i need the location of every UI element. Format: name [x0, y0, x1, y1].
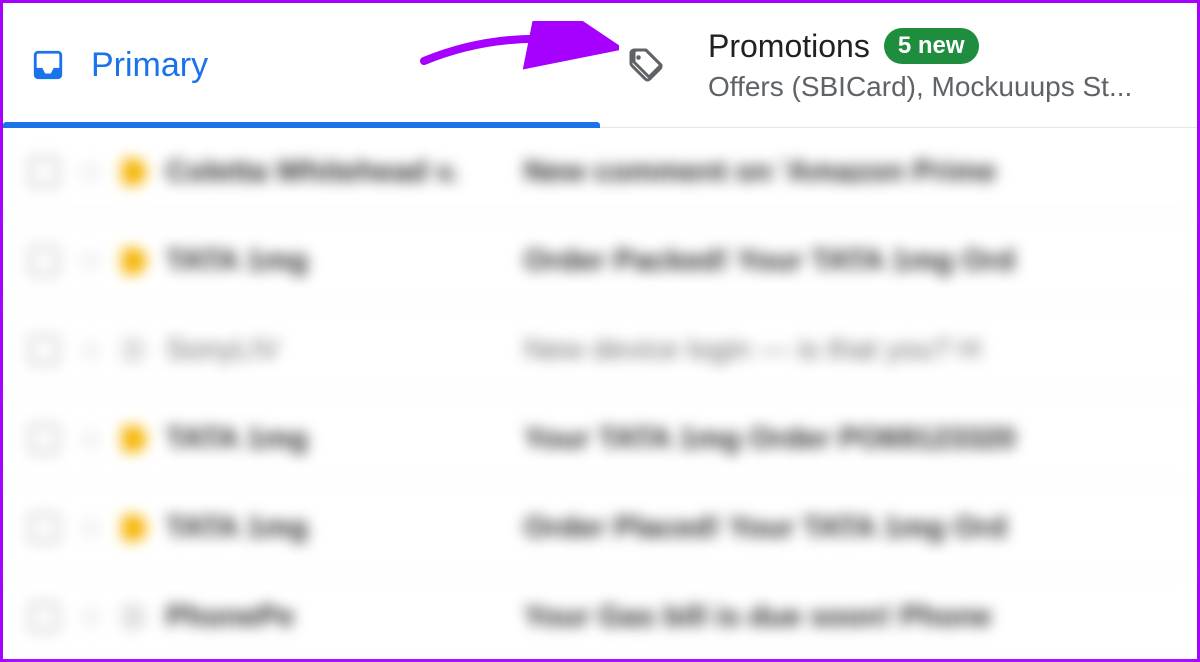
tab-promotions[interactable]: Promotions 5 new Offers (SBICard), Mocku… — [600, 3, 1197, 127]
email-subject: Order Placed! Your TATA 1mg Ord — [524, 511, 1171, 545]
tab-promotions-subtitle: Offers (SBICard), Mockuuups St... — [708, 71, 1132, 103]
email-sender: TATA 1mg — [166, 422, 506, 456]
email-row[interactable]: ☆ SonyLIV New device login — is that you? … — [3, 306, 1197, 395]
select-checkbox[interactable] — [29, 335, 59, 365]
inbox-category-tabs: Primary Promotions 5 new Offers (SBICard… — [3, 3, 1197, 128]
star-icon[interactable]: ☆ — [77, 422, 104, 457]
importance-marker-icon[interactable] — [122, 159, 148, 185]
select-checkbox[interactable] — [29, 424, 59, 454]
select-checkbox[interactable] — [29, 513, 59, 543]
importance-marker-icon[interactable] — [122, 337, 148, 363]
star-icon[interactable]: ☆ — [77, 600, 104, 635]
email-row[interactable]: ☆ PhonePe Your Gas bill is due soon! Phone — [3, 573, 1197, 662]
email-subject: Your TATA 1mg Order PO69123320 — [524, 422, 1171, 456]
email-subject: New comment on 'Amazon Prime — [524, 155, 1171, 189]
star-icon[interactable]: ☆ — [77, 333, 104, 368]
select-checkbox[interactable] — [29, 157, 59, 187]
email-subject: New device login — is that you? H — [524, 333, 1171, 367]
inbox-icon — [31, 48, 91, 82]
tab-promotions-label: Promotions — [708, 28, 870, 65]
email-sender: PhonePe — [166, 600, 506, 634]
email-list: ☆ Coletta Whitehead v. New comment on 'Ama… — [3, 128, 1197, 662]
email-row[interactable]: ☆ TATA 1mg Your TATA 1mg Order PO69123320 — [3, 395, 1197, 484]
email-sender: TATA 1mg — [166, 511, 506, 545]
importance-marker-icon[interactable] — [122, 426, 148, 452]
tab-primary[interactable]: Primary — [3, 3, 600, 127]
importance-marker-icon[interactable] — [122, 515, 148, 541]
email-sender: SonyLIV — [166, 333, 506, 367]
tab-primary-label: Primary — [91, 46, 208, 85]
email-row[interactable]: ☆ TATA 1mg Order Placed! Your TATA 1mg Ord — [3, 484, 1197, 573]
email-row[interactable]: ☆ TATA 1mg Order Packed! Your TATA 1mg Ord — [3, 217, 1197, 306]
star-icon[interactable]: ☆ — [77, 244, 104, 279]
email-row[interactable]: ☆ Coletta Whitehead v. New comment on 'Ama… — [3, 128, 1197, 217]
email-sender: Coletta Whitehead v. — [166, 155, 506, 189]
email-subject: Your Gas bill is due soon! Phone — [524, 600, 1171, 634]
promotions-new-badge: 5 new — [884, 28, 979, 64]
tag-icon — [628, 47, 688, 83]
email-subject: Order Packed! Your TATA 1mg Ord — [524, 244, 1171, 278]
email-sender: TATA 1mg — [166, 244, 506, 278]
importance-marker-icon[interactable] — [122, 604, 148, 630]
star-icon[interactable]: ☆ — [77, 155, 104, 190]
importance-marker-icon[interactable] — [122, 248, 148, 274]
select-checkbox[interactable] — [29, 246, 59, 276]
select-checkbox[interactable] — [29, 602, 59, 632]
star-icon[interactable]: ☆ — [77, 511, 104, 546]
